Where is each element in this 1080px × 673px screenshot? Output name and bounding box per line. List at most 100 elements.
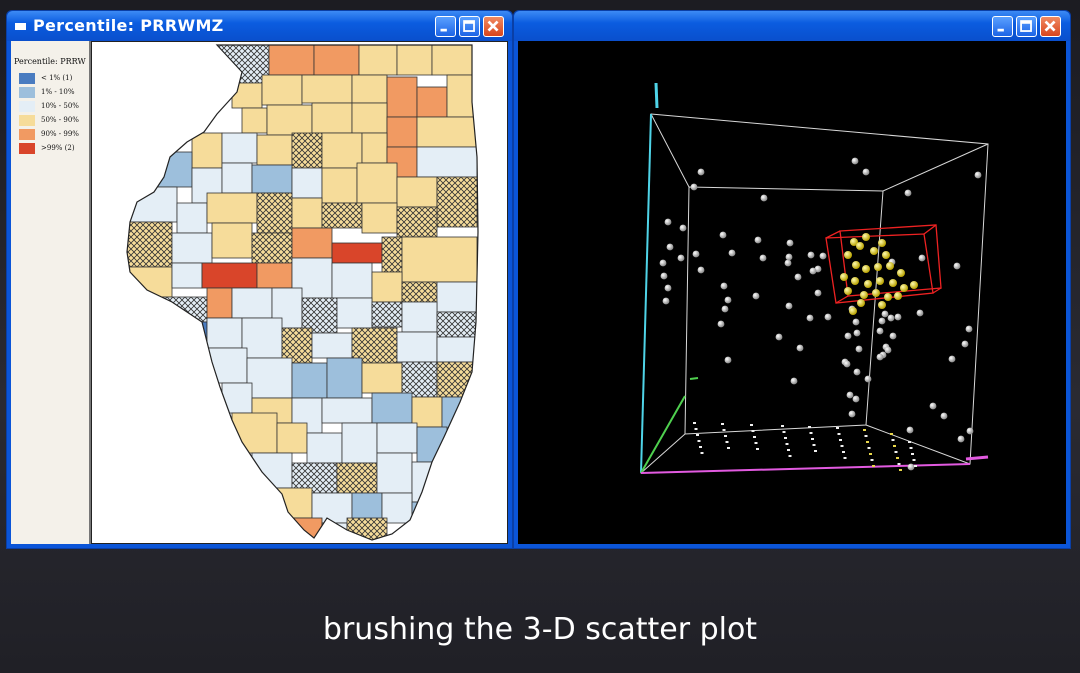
brushed-point[interactable] [876,277,884,285]
brushed-point[interactable] [857,299,865,307]
scatter-point[interactable] [752,292,760,300]
choropleth-map[interactable] [91,41,508,544]
scatter-point[interactable] [785,253,793,261]
scatter-point[interactable] [876,327,884,335]
brushed-point[interactable] [856,242,864,250]
scatter-point[interactable] [697,266,705,274]
scatter-point[interactable] [864,375,872,383]
brushed-point[interactable] [849,307,857,315]
minimize-button[interactable] [992,16,1013,37]
scatter-point[interactable] [918,254,926,262]
scatter-point[interactable] [760,194,768,202]
scatter-point[interactable] [884,346,892,354]
scatter-client-area[interactable] [518,41,1066,544]
maximize-button[interactable] [459,16,480,37]
brushed-point[interactable] [844,287,852,295]
scatter-point[interactable] [814,289,822,297]
scatter-point[interactable] [929,402,937,410]
axis-y-handle[interactable] [689,377,699,380]
brushed-point[interactable] [860,291,868,299]
brushed-point[interactable] [878,301,886,309]
brushed-points[interactable] [840,233,918,315]
brushed-point[interactable] [900,284,908,292]
scatter-point[interactable] [666,243,674,251]
scatter-point[interactable] [807,251,815,259]
scatter-point[interactable] [855,345,863,353]
scatter-point[interactable] [775,333,783,341]
scatter-point[interactable] [660,272,668,280]
scatter-point[interactable] [889,332,897,340]
scatter-point[interactable] [790,377,798,385]
brushed-point[interactable] [862,233,870,241]
scatter-3d-window[interactable] [513,10,1071,549]
scatter-point[interactable] [662,297,670,305]
scatter-point[interactable] [907,463,915,471]
scatter-point[interactable] [876,353,884,361]
scatter-point[interactable] [664,284,672,292]
scatter-point[interactable] [974,171,982,179]
brushed-point[interactable] [851,277,859,285]
scatter-point[interactable] [724,296,732,304]
brushed-point[interactable] [878,239,886,247]
scatter-point[interactable] [916,309,924,317]
scatter-point[interactable] [906,426,914,434]
unselected-points[interactable] [659,157,982,471]
brushed-point[interactable] [870,247,878,255]
scatter-point[interactable] [720,282,728,290]
title-bar[interactable] [514,11,1070,41]
scatter-point[interactable] [848,410,856,418]
brushed-point[interactable] [852,261,860,269]
brush-box[interactable] [825,224,942,304]
scatter-point[interactable] [721,305,729,313]
scatter-point[interactable] [717,320,725,328]
scatter-point[interactable] [824,313,832,321]
brushed-point[interactable] [872,289,880,297]
scatter-point[interactable] [785,302,793,310]
scatter-point[interactable] [719,231,727,239]
scatter-point[interactable] [664,218,672,226]
brushed-point[interactable] [882,251,890,259]
scatter-point[interactable] [754,236,762,244]
scatter-point[interactable] [878,317,886,325]
scatter-point[interactable] [894,313,902,321]
brushed-point[interactable] [889,279,897,287]
brushed-point[interactable] [897,269,905,277]
scatter-point[interactable] [806,314,814,322]
scatter-3d-plot[interactable] [518,41,1066,544]
scatter-point[interactable] [940,412,948,420]
brushed-point[interactable] [874,263,882,271]
title-bar[interactable]: Percentile: PRRWMZ [7,11,512,41]
minimize-button[interactable] [435,16,456,37]
scatter-point[interactable] [784,259,792,267]
scatter-point[interactable] [904,189,912,197]
close-button[interactable] [1040,16,1061,37]
brushed-point[interactable] [862,265,870,273]
close-button[interactable] [483,16,504,37]
scatter-point[interactable] [862,168,870,176]
maximize-button[interactable] [1016,16,1037,37]
scatter-point[interactable] [759,254,767,262]
scatter-point[interactable] [887,314,895,322]
scatter-point[interactable] [796,344,804,352]
scatter-point[interactable] [853,329,861,337]
scatter-point[interactable] [843,360,851,368]
scatter-point[interactable] [852,318,860,326]
scatter-point[interactable] [852,395,860,403]
scatter-point[interactable] [881,310,889,318]
scatter-point[interactable] [794,273,802,281]
brushed-point[interactable] [910,281,918,289]
illinois-county-map[interactable] [92,42,513,543]
scatter-point[interactable] [957,435,965,443]
axis-x-handle[interactable] [965,455,989,461]
scatter-point[interactable] [728,249,736,257]
brushed-point[interactable] [886,262,894,270]
brushed-point[interactable] [844,251,852,259]
county-polygons[interactable] [127,45,478,543]
brushed-point[interactable] [840,273,848,281]
scatter-point[interactable] [948,355,956,363]
scatter-point[interactable] [961,340,969,348]
scatter-point[interactable] [690,183,698,191]
scatter-point[interactable] [851,157,859,165]
scatter-point[interactable] [786,239,794,247]
brushed-point[interactable] [884,293,892,301]
